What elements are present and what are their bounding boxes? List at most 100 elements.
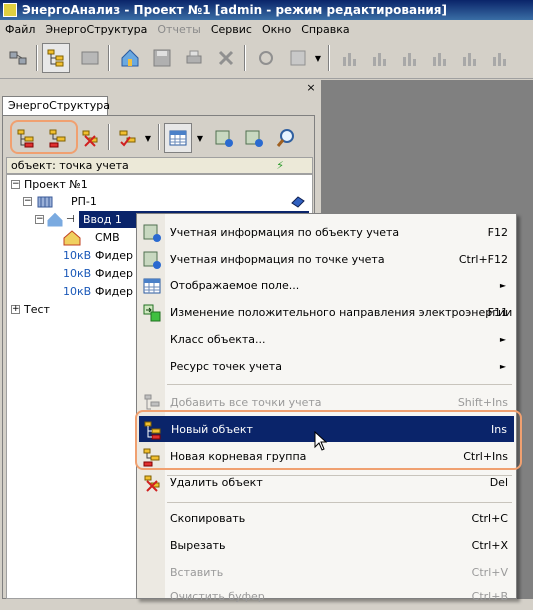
expand-icon[interactable]: +	[11, 305, 20, 314]
delete-object-button[interactable]	[76, 123, 104, 153]
voltage-label: 10кВ	[63, 249, 92, 262]
tool-print-button[interactable]	[180, 43, 208, 73]
delete-x-icon	[218, 50, 234, 66]
menu-item-label: Изменение положительного направления эле…	[170, 306, 513, 319]
menu-item-shortcut: F12	[487, 226, 508, 239]
display-field-button[interactable]	[164, 123, 192, 153]
menu-help[interactable]: Справка	[296, 20, 354, 39]
chevron-down-icon: ▼	[196, 133, 204, 143]
house-icon	[63, 230, 81, 246]
title-bar: ЭнергоАнализ - Проект №1 [admin - режим …	[0, 0, 533, 20]
direction-change-icon	[143, 304, 161, 322]
menu-item-label: Класс объекта...	[170, 333, 266, 346]
tree-node-label: Тест	[24, 303, 50, 316]
menu-item-label: Удалить объект	[170, 476, 263, 489]
lightning-icon[interactable]: ⚡	[276, 158, 284, 173]
input-house-icon	[46, 211, 64, 228]
search-button[interactable]	[272, 123, 300, 153]
menu-item-paste[interactable]: Вставить Ctrl+V	[139, 560, 514, 586]
menu-item-shortcut: Ctrl+B	[471, 590, 508, 603]
menu-item-cut[interactable]: Вырезать Ctrl+X	[139, 533, 514, 559]
display-field-dropdown[interactable]: ▼	[194, 123, 206, 153]
menu-service[interactable]: Сервис	[206, 20, 257, 39]
tool-chart-1-button[interactable]	[336, 43, 364, 73]
menu-item-copy[interactable]: Скопировать Ctrl+C	[139, 506, 514, 532]
menu-energostructure[interactable]: ЭнергоСтруктура	[40, 20, 152, 39]
new-object-button[interactable]	[12, 123, 40, 153]
tool-refresh-button[interactable]	[252, 43, 280, 73]
collapse-icon[interactable]: −	[11, 180, 20, 189]
menu-item-object-class[interactable]: Класс объекта... ►	[139, 327, 514, 353]
tool-chart-2-button[interactable]	[366, 43, 394, 73]
menu-item-label: Вставить	[170, 566, 224, 579]
substation-icon	[37, 196, 53, 208]
menu-window[interactable]: Окно	[257, 20, 296, 39]
menu-bar: Файл ЭнергоСтруктура Отчеты Сервис Окно Справ…	[0, 20, 533, 39]
chevron-down-icon: ▼	[144, 133, 152, 143]
tool-home-button[interactable]	[116, 43, 144, 73]
submenu-arrow-icon: ►	[499, 281, 506, 290]
panel-toolbar: ▼ ▼	[4, 120, 313, 156]
tree-node-label: Проект №1	[24, 178, 88, 191]
menu-item-label: Учетная информация по объекту учета	[170, 226, 400, 239]
menu-item-delete-object[interactable]: Удалить объект Del	[139, 470, 514, 496]
bar-chart-icon	[433, 53, 446, 66]
tree-structure-icon	[47, 49, 64, 67]
save-icon	[153, 49, 171, 67]
tree-node-label: СМВ	[95, 231, 120, 244]
menu-item-label: Отображаемое поле...	[170, 279, 300, 292]
tool-structure-button[interactable]	[42, 43, 70, 73]
grid-icon	[290, 50, 306, 66]
tree-node-label: РП-1	[71, 195, 97, 208]
window-title: ЭнергоАнализ - Проект №1 [admin - режим …	[22, 3, 447, 17]
menu-item-label: Вырезать	[170, 539, 226, 552]
annotation-outline-menu	[135, 410, 522, 470]
menu-item-label: Учетная информация по точке учета	[170, 253, 385, 266]
menu-file[interactable]: Файл	[0, 20, 40, 39]
menu-separator	[167, 502, 512, 503]
bar-chart-icon	[493, 53, 506, 66]
menu-item-direction-change[interactable]: Изменение положительного направления эле…	[139, 300, 514, 326]
voltage-label: 10кВ	[63, 267, 92, 280]
menu-item-point-resource[interactable]: Ресурс точек учета ►	[139, 354, 514, 380]
network-icon	[9, 51, 27, 65]
menu-item-shortcut: Ctrl+X	[471, 539, 508, 552]
delete-object-icon	[82, 130, 98, 147]
point-info-button[interactable]	[240, 123, 268, 153]
submenu-arrow-icon: ►	[499, 335, 506, 344]
check-points-dropdown[interactable]: ▼	[142, 123, 154, 153]
tool-save-button[interactable]	[148, 43, 176, 73]
menu-item-shortcut: Ctrl+V	[471, 566, 508, 579]
menu-item-point-info[interactable]: Учетная информация по точке учета Ctrl+F…	[139, 247, 514, 273]
object-info-icon	[143, 224, 161, 242]
menu-item-label: Ресурс точек учета	[170, 360, 282, 373]
menu-item-clear-buffer[interactable]: Очистить буфер Ctrl+B	[139, 584, 514, 610]
menu-item-object-info[interactable]: Учетная информация по объекту учета F12	[139, 220, 514, 246]
home-icon	[121, 49, 139, 67]
table-grid-icon	[143, 278, 161, 294]
tool-connect-button[interactable]	[4, 43, 32, 73]
tab-energostructure[interactable]: ЭнергоСтруктура	[2, 96, 110, 116]
tool-chart-6-button[interactable]	[486, 43, 514, 73]
new-root-group-button[interactable]	[44, 123, 72, 153]
collapse-icon[interactable]: −	[23, 197, 32, 206]
tool-chart-5-button[interactable]	[456, 43, 484, 73]
tool-chart-4-button[interactable]	[426, 43, 454, 73]
tool-delete-button[interactable]	[212, 43, 240, 73]
object-info-button[interactable]	[210, 123, 238, 153]
tool-disabled-1-button[interactable]	[76, 43, 104, 73]
menu-item-display-field[interactable]: Отображаемое поле... ►	[139, 273, 514, 299]
meter-icon	[291, 196, 305, 208]
menu-reports[interactable]: Отчеты	[152, 20, 205, 39]
menu-separator	[167, 384, 512, 385]
tool-grid-button[interactable]	[284, 43, 312, 73]
check-points-button[interactable]	[114, 123, 142, 153]
chevron-down-icon: ▼	[314, 53, 322, 63]
collapse-icon[interactable]: −	[35, 215, 44, 224]
tool-dropdown-button[interactable]: ▼	[312, 43, 324, 73]
tool-chart-3-button[interactable]	[396, 43, 424, 73]
bar-chart-percent-icon	[403, 53, 416, 66]
point-info-icon	[143, 251, 161, 269]
menu-item-shortcut: Ctrl+C	[471, 512, 508, 525]
panel-close-button[interactable]: ×	[305, 82, 317, 94]
